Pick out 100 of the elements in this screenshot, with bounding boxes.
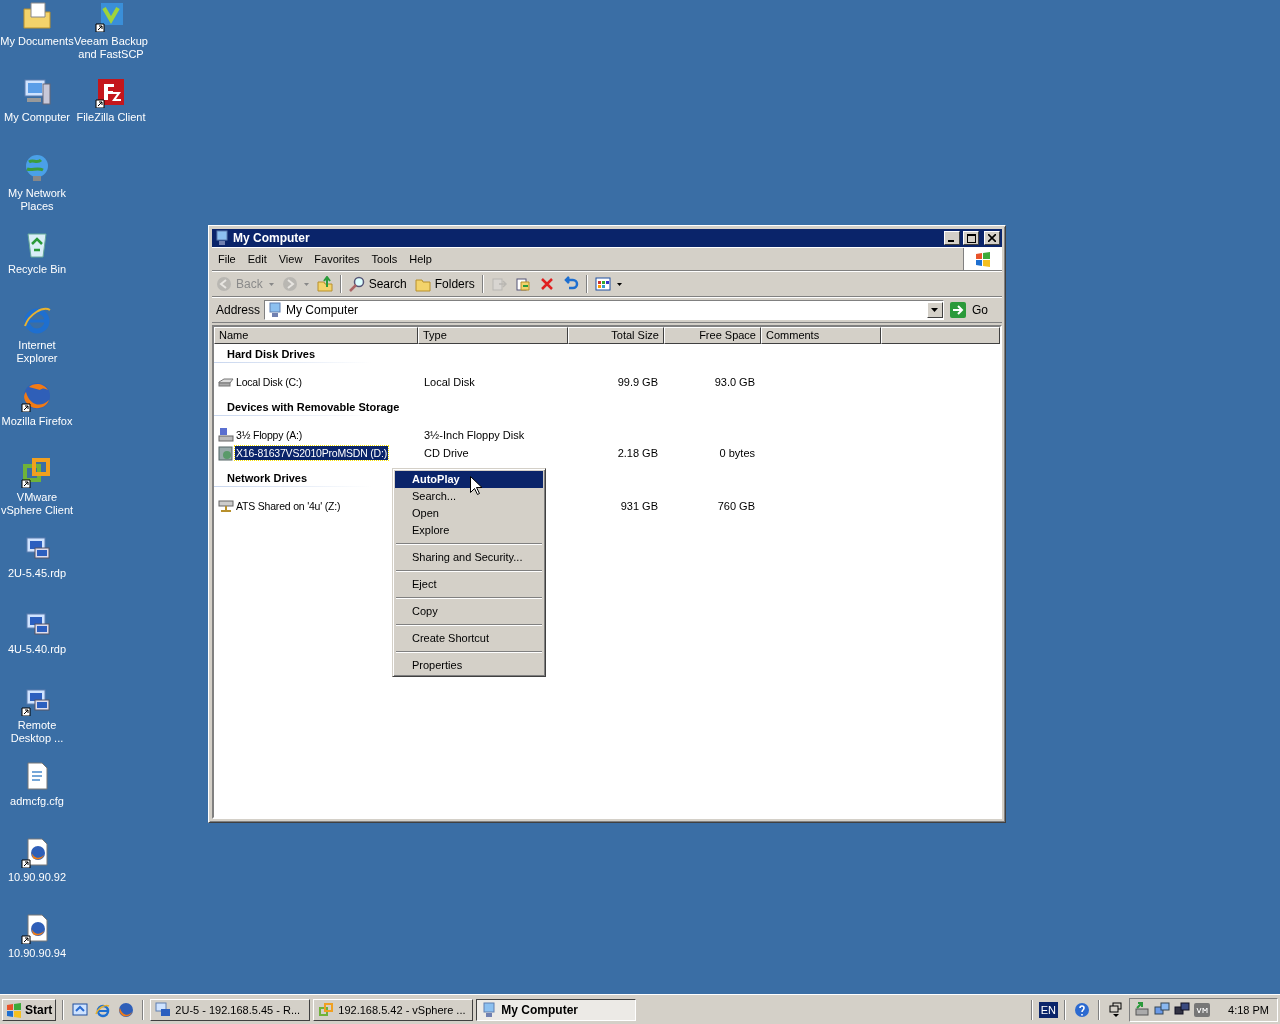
maximize-icon bbox=[966, 233, 976, 243]
icon-label: Internet Explorer bbox=[15, 339, 59, 365]
window-title: My Computer bbox=[233, 231, 311, 245]
table-cell-text: 3½-Inch Floppy Disk bbox=[423, 429, 526, 441]
table-cell-text: 760 GB bbox=[716, 500, 756, 512]
menu-item[interactable]: Favorites bbox=[308, 248, 366, 270]
drive-name[interactable]: X16-81637VS2010ProMSDN (D:) bbox=[235, 446, 388, 460]
close-icon bbox=[988, 234, 996, 242]
icon-label: 10.90.90.92 bbox=[6, 871, 68, 884]
logo-icon bbox=[975, 251, 991, 267]
desktop-icon bbox=[27, 838, 48, 866]
table-cell-text: 99.9 GB bbox=[616, 376, 659, 388]
icon-label: admcfg.cfg bbox=[9, 795, 65, 808]
column-header[interactable]: Total Size bbox=[568, 327, 664, 344]
icon-label: My Network Places bbox=[6, 187, 68, 213]
icon-label: 2U-5.45.rdp bbox=[6, 567, 68, 580]
table-cell-text: 2.18 GB bbox=[616, 447, 659, 459]
caret-icon bbox=[616, 282, 622, 286]
help-icon bbox=[1074, 1001, 1091, 1018]
desktop-icon bbox=[24, 79, 51, 105]
desktop-icon bbox=[23, 2, 51, 29]
menu-item[interactable]: Sharing and Security... bbox=[395, 549, 543, 566]
start-button[interactable]: Start bbox=[2, 998, 57, 1021]
rdp-icon bbox=[155, 1001, 172, 1018]
desktop-icon bbox=[26, 689, 50, 711]
menu-item[interactable]: View bbox=[272, 248, 309, 270]
icon-label: Recycle Bin bbox=[6, 263, 68, 276]
quick-launch-button[interactable] bbox=[70, 1001, 91, 1018]
column-header[interactable]: Comments bbox=[761, 327, 881, 344]
menu-item[interactable]: Help bbox=[403, 248, 438, 270]
menu-item[interactable]: Tools bbox=[365, 248, 404, 270]
icon-label: 10.90.90.94 bbox=[6, 947, 68, 960]
table-cell-text: 93.0 GB bbox=[713, 376, 756, 388]
menu-item[interactable]: Search... bbox=[395, 488, 543, 505]
network-icon bbox=[1154, 1001, 1171, 1018]
menu-item[interactable]: Open bbox=[395, 505, 543, 522]
menu-item[interactable]: Copy bbox=[395, 603, 543, 620]
group-header: Devices with Removable Storage bbox=[214, 399, 477, 416]
icon-label: FileZilla Client bbox=[75, 111, 147, 124]
window-icon bbox=[1108, 1001, 1125, 1018]
go-icon bbox=[950, 302, 966, 318]
address-label: Address bbox=[215, 303, 262, 317]
drive-icon bbox=[218, 427, 234, 443]
menu-item[interactable]: Eject bbox=[395, 576, 543, 593]
forward-icon bbox=[281, 276, 298, 292]
computer-icon bbox=[481, 1001, 498, 1018]
taskbar-button[interactable]: My Computer bbox=[476, 998, 637, 1021]
minimize-button[interactable] bbox=[944, 231, 960, 245]
folders-icon bbox=[414, 276, 431, 292]
menu-item[interactable]: Edit bbox=[241, 248, 273, 270]
desktop-icon bbox=[26, 537, 50, 559]
address-field[interactable]: My Computer bbox=[264, 300, 944, 320]
up-icon bbox=[316, 276, 333, 292]
go-button[interactable]: Go bbox=[944, 298, 1002, 322]
desktop-icon bbox=[72, 1001, 89, 1018]
clock: 4:18 PM bbox=[1228, 1003, 1269, 1016]
caret-icon bbox=[931, 308, 939, 312]
drive-icon bbox=[218, 498, 234, 514]
table-cell-text: 931 GB bbox=[619, 500, 659, 512]
copyto-icon bbox=[514, 276, 531, 292]
maximize-button[interactable] bbox=[963, 231, 979, 245]
icon-label: VMware vSphere Client bbox=[0, 491, 74, 517]
drive-name[interactable]: 3½ Floppy (A:) bbox=[235, 428, 304, 442]
column-header[interactable]: Name bbox=[214, 327, 418, 344]
desktop-icon bbox=[24, 383, 50, 409]
desktop-icon bbox=[24, 307, 51, 334]
menu-item[interactable]: Explore bbox=[395, 522, 543, 539]
table-cell-text: Local Disk bbox=[423, 376, 476, 388]
views-icon bbox=[594, 276, 611, 292]
desktop-icon bbox=[27, 233, 47, 258]
caret-icon bbox=[268, 282, 274, 286]
close-button[interactable] bbox=[984, 231, 1000, 245]
icon-label: My Computer bbox=[3, 111, 71, 124]
pointer-icon bbox=[470, 476, 482, 495]
firefox-icon bbox=[118, 1001, 135, 1018]
language-indicator[interactable]: EN bbox=[1038, 1001, 1059, 1018]
desktop-icon bbox=[98, 79, 124, 105]
computer-icon bbox=[214, 230, 230, 246]
dropdown-button[interactable] bbox=[927, 302, 943, 318]
column-header[interactable]: Free Space bbox=[664, 327, 761, 344]
column-header[interactable]: Type bbox=[418, 327, 568, 344]
search-icon bbox=[348, 276, 365, 292]
caret-icon bbox=[303, 282, 309, 286]
icon-label: Veeam Backup and FastSCP bbox=[74, 35, 148, 61]
taskbar-button[interactable]: 192.168.5.42 - vSphere ... bbox=[313, 998, 474, 1021]
drive-name[interactable]: Local Disk (C:) bbox=[235, 375, 303, 389]
menu-item[interactable]: AutoPlay bbox=[395, 471, 543, 488]
table-cell-text: CD Drive bbox=[423, 447, 470, 459]
menu-item[interactable]: Properties bbox=[395, 657, 543, 674]
search-button[interactable]: Search bbox=[344, 273, 411, 295]
delete-icon bbox=[538, 276, 555, 292]
folders-button[interactable]: Folders bbox=[410, 273, 479, 295]
taskbar-button[interactable]: 2U-5 - 192.168.5.45 - R... bbox=[150, 998, 311, 1021]
drive-name[interactable]: ATS Shared on '4u' (Z:) bbox=[235, 499, 342, 513]
device-icon bbox=[1134, 1001, 1151, 1018]
menu-item[interactable]: File bbox=[212, 248, 242, 270]
drive-icon bbox=[218, 445, 234, 461]
menu-item[interactable]: Create Shortcut bbox=[395, 630, 543, 647]
network-icon bbox=[1174, 1001, 1191, 1018]
desktop-icon bbox=[26, 613, 50, 635]
